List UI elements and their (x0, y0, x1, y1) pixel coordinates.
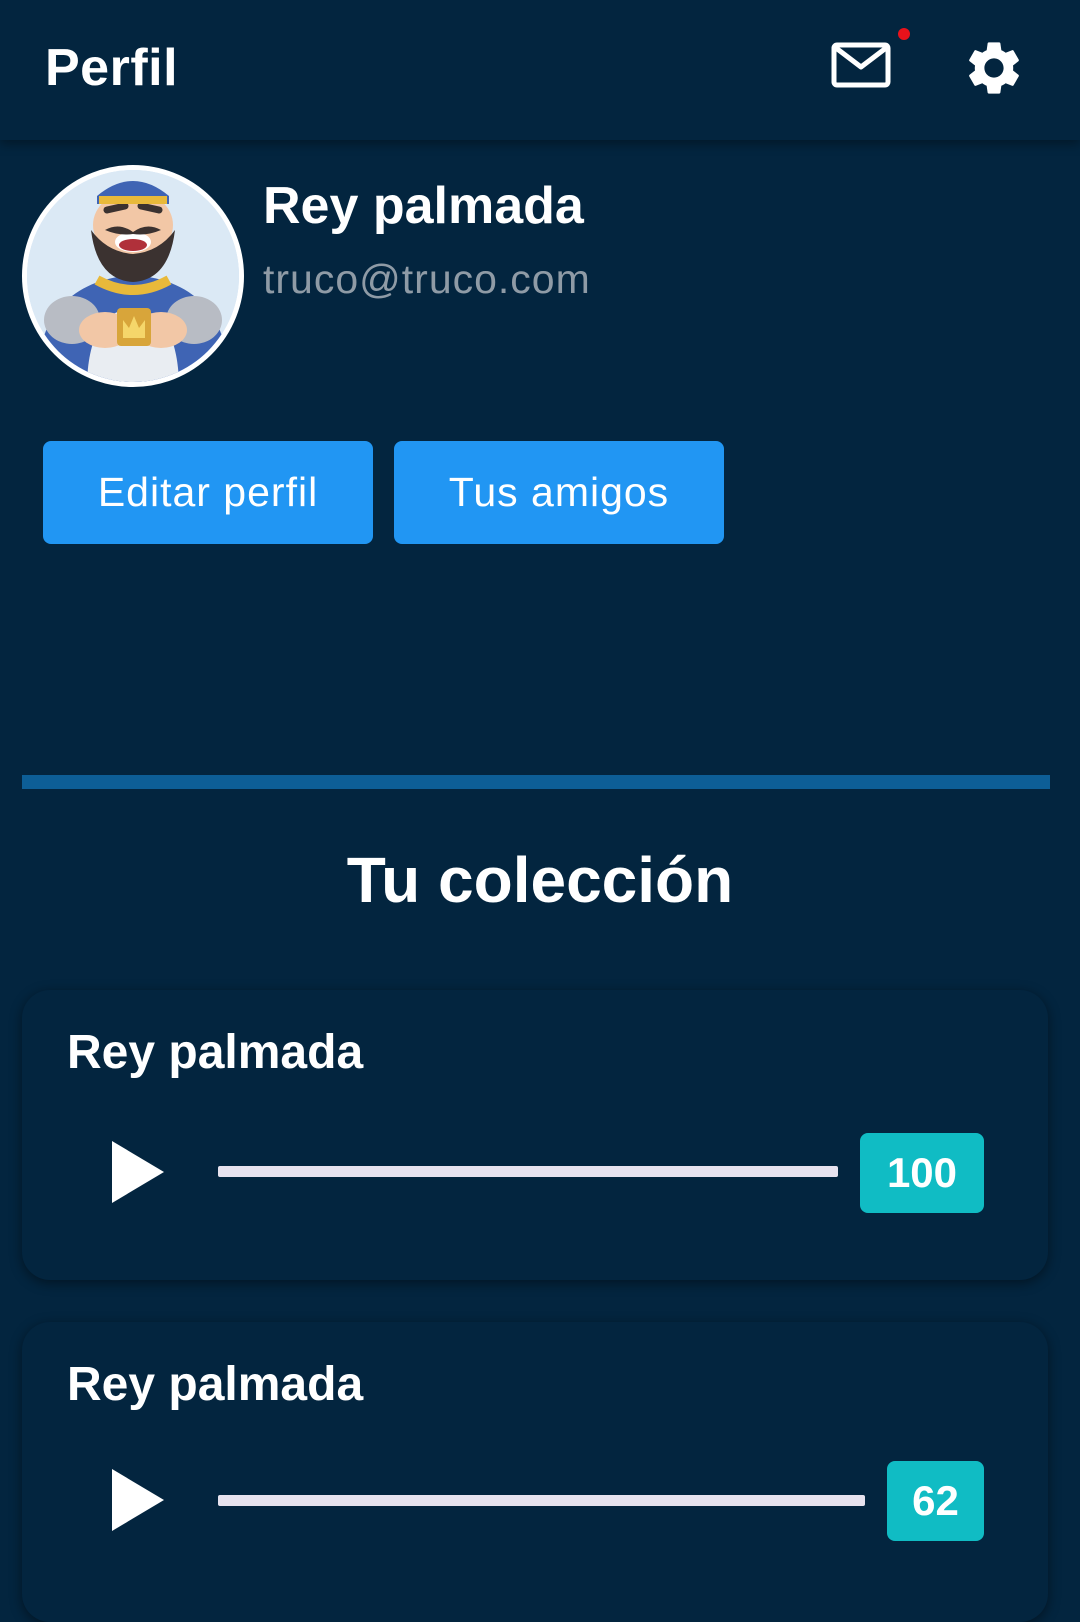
collection-item: Rey palmada 100 (22, 990, 1048, 1280)
audio-progress-bar[interactable] (218, 1495, 865, 1506)
play-icon[interactable] (110, 1139, 166, 1205)
value-badge: 62 (887, 1461, 984, 1541)
profile-email: truco@truco.com (263, 256, 591, 302)
page-title: Perfil (45, 39, 179, 97)
collection-title: Tu colección (346, 844, 734, 916)
audio-progress-bar[interactable] (218, 1166, 838, 1177)
avatar[interactable] (22, 165, 244, 387)
mail-icon[interactable] (830, 36, 898, 96)
profile-name: Rey palmada (263, 177, 584, 235)
collection-item: Rey palmada 62 (22, 1322, 1048, 1622)
edit-profile-button[interactable]: Editar perfil (43, 441, 373, 544)
app-bar: Perfil (0, 0, 1080, 140)
section-divider (22, 775, 1050, 789)
item-title: Rey palmada (67, 1358, 364, 1411)
value-badge: 100 (860, 1133, 984, 1213)
king-avatar-icon (27, 170, 239, 382)
play-icon[interactable] (110, 1467, 166, 1533)
item-title: Rey palmada (67, 1026, 364, 1079)
gear-icon[interactable] (962, 36, 1026, 100)
notification-dot (898, 28, 910, 40)
friends-button[interactable]: Tus amigos (394, 441, 724, 544)
